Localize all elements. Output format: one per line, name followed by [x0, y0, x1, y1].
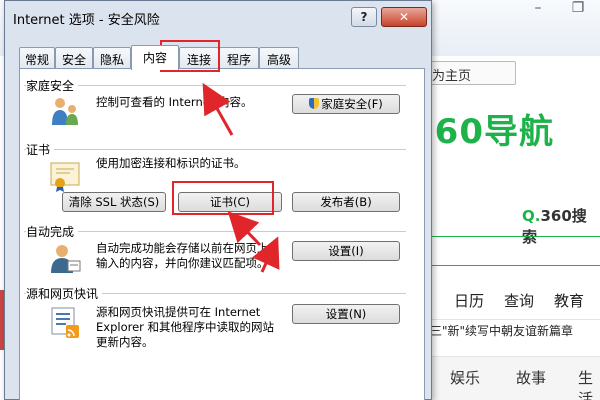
annotation-arrows: [202, 82, 280, 273]
arrow-from-autocomplete: [252, 236, 280, 273]
arrow-to-content-tab: [202, 82, 234, 136]
arrow-to-certificates: [227, 211, 262, 247]
tab-content[interactable]: 内容: [131, 45, 179, 70]
